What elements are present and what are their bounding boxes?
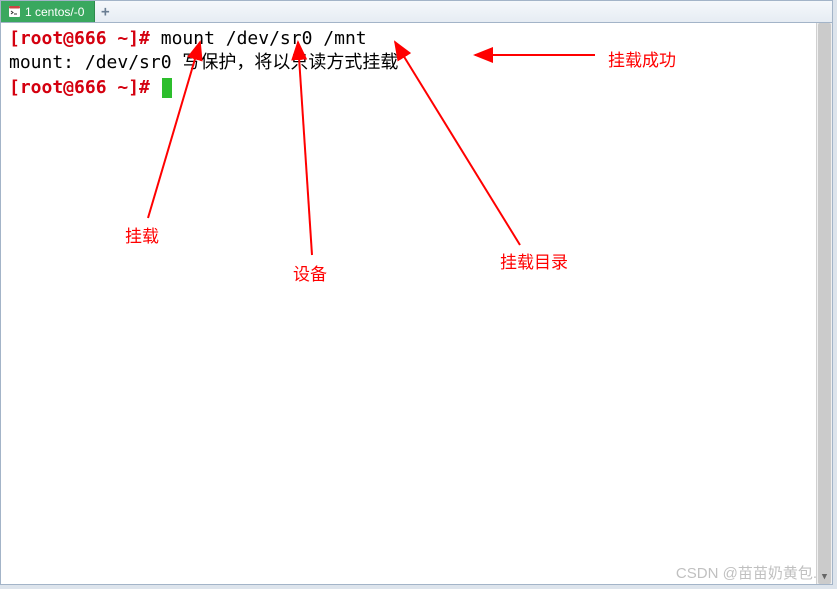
output-line: mount: /dev/sr0 写保护，将以只读方式挂载 [9,52,398,73]
prompt: [root@666 ~]# [9,28,150,49]
terminal-content[interactable]: [root@666 ~]# mount /dev/sr0 /mnt mount:… [1,23,832,584]
scrollbar-thumb[interactable] [818,23,831,584]
tab-bar: 1 centos/-0 + [1,1,832,23]
command-input: mount /dev/sr0 /mnt [150,28,367,49]
vertical-scrollbar[interactable]: ▲ ▼ [816,23,832,584]
terminal-icon [9,6,20,17]
command-input [150,77,161,98]
watermark: CSDN @苗苗奶黄包. [676,562,817,583]
scroll-down-arrow[interactable]: ▼ [817,570,832,584]
tab-title: 1 centos/-0 [25,5,84,19]
prompt: [root@666 ~]# [9,77,150,98]
new-tab-button[interactable]: + [95,1,115,22]
tab-active[interactable]: 1 centos/-0 [1,1,95,22]
cursor [162,78,172,98]
terminal-window: 1 centos/-0 + [root@666 ~]# mount /dev/s… [0,0,833,585]
